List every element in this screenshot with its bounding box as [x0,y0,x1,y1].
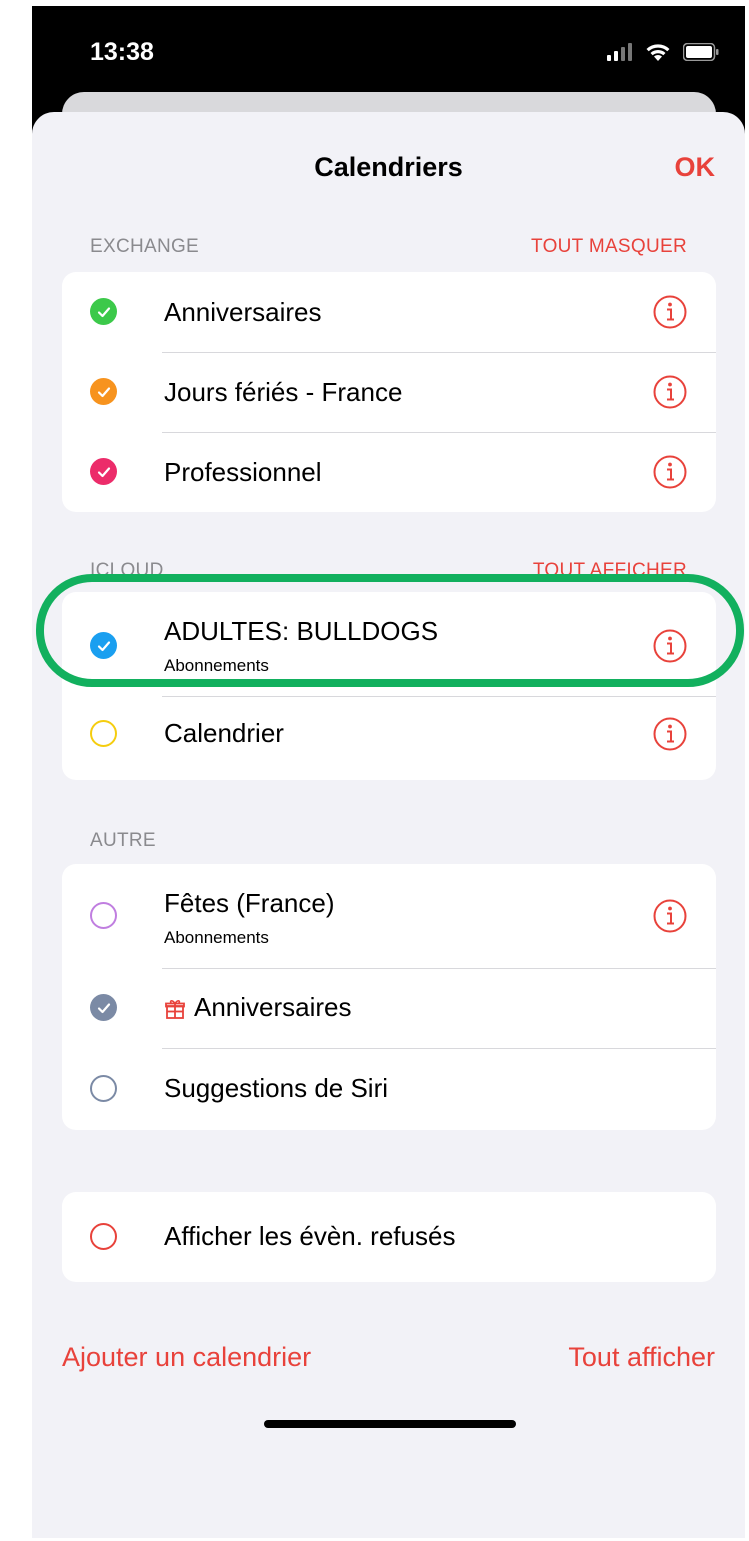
battery-icon [683,43,719,61]
calendar-row-professionnel[interactable]: Professionnel [62,432,716,512]
calendar-label: Anniversaires [164,297,322,327]
unchecked-circle-icon[interactable] [90,1075,117,1102]
calendar-row-suggestions-siri[interactable]: Suggestions de Siri [62,1048,716,1130]
calendar-label: Calendrier [164,718,284,748]
show-all-button[interactable]: Tout afficher [568,1342,715,1373]
phone-screen: 13:38 Calendriers OK EXCHANGE TOUT MASQU… [32,6,745,1538]
checked-circle-icon[interactable] [90,632,117,659]
calendar-row-jours-feries[interactable]: Jours fériés - France [62,352,716,432]
status-icons [607,40,719,64]
checked-circle-icon[interactable] [90,378,117,405]
icloud-calendar-list: ADULTES: BULLDOGS Abonnements Calendrier [62,592,716,780]
calendar-label: ADULTES: BULLDOGS [164,616,439,646]
calendars-sheet: Calendriers OK EXCHANGE TOUT MASQUER Ann… [32,112,745,1538]
ok-button[interactable]: OK [675,152,716,183]
exchange-section-header: EXCHANGE [90,236,200,257]
other-calendar-list: Fêtes (France) Abonnements Anniversaires… [62,864,716,1130]
calendar-row-anniversaires-contacts[interactable]: Anniversaires [62,968,716,1048]
info-icon[interactable] [652,374,688,410]
show-declined-events-row[interactable]: Afficher les évèn. refusés [62,1192,716,1282]
info-icon[interactable] [652,628,688,664]
declined-events-group: Afficher les évèn. refusés [62,1192,716,1282]
calendar-label: Jours fériés - France [164,377,403,407]
calendar-row-fetes-france[interactable]: Fêtes (France) Abonnements [62,864,716,968]
checked-circle-icon[interactable] [90,458,117,485]
info-icon[interactable] [652,294,688,330]
info-icon[interactable] [652,454,688,490]
calendar-sublabel: Abonnements [164,656,269,675]
calendar-label: Professionnel [164,457,322,487]
unchecked-circle-icon[interactable] [90,720,117,747]
page-title: Calendriers [314,152,463,182]
wifi-icon [646,44,670,61]
calendar-row-calendrier[interactable]: Calendrier [62,696,716,780]
signal-icon [607,43,632,61]
home-indicator[interactable] [264,1420,516,1428]
checked-circle-icon[interactable] [90,994,117,1021]
status-bar: 13:38 [32,6,745,106]
calendar-row-anniversaires[interactable]: Anniversaires [62,272,716,352]
show-all-section-button[interactable]: TOUT AFFICHER [533,560,687,582]
unchecked-circle-icon[interactable] [90,1223,117,1250]
calendar-label-text: Anniversaires [194,992,352,1022]
calendar-row-adultes-bulldogs[interactable]: ADULTES: BULLDOGS Abonnements [62,592,716,696]
calendar-sublabel: Abonnements [164,928,269,947]
calendar-label: Suggestions de Siri [164,1073,389,1103]
status-time: 13:38 [90,38,154,66]
info-icon[interactable] [652,898,688,934]
calendar-label-with-icon: Anniversaires [164,992,352,1023]
checked-circle-icon[interactable] [90,298,117,325]
autre-section-header: AUTRE [90,830,156,851]
calendar-label: Fêtes (France) [164,888,335,918]
icloud-section-header: ICLOUD [90,560,164,581]
info-icon[interactable] [652,716,688,752]
unchecked-circle-icon[interactable] [90,902,117,929]
exchange-calendar-list: Anniversaires Jours fériés - France Prof… [62,272,716,512]
hide-all-button[interactable]: TOUT MASQUER [531,236,687,258]
add-calendar-button[interactable]: Ajouter un calendrier [62,1342,311,1373]
declined-events-label: Afficher les évèn. refusés [164,1221,456,1251]
gift-icon [165,1000,185,1020]
